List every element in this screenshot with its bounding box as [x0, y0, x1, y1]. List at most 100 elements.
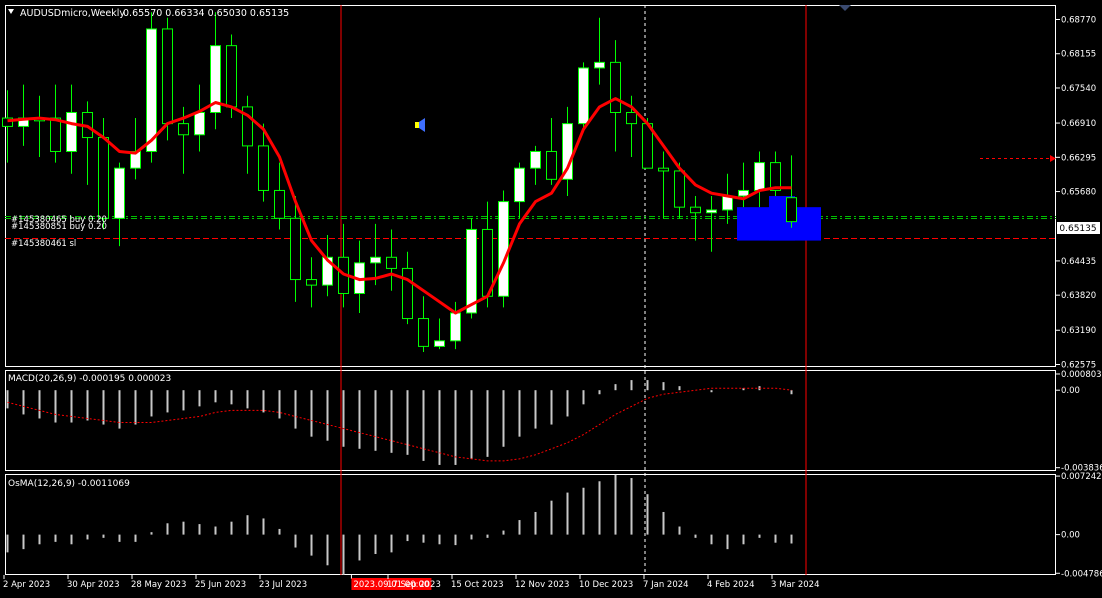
- candle-body: [306, 279, 317, 286]
- time-tick-label: 23 Jul 2023: [259, 580, 307, 590]
- price-tick-label: 0.63820: [1061, 291, 1096, 301]
- candle-body: [50, 117, 61, 152]
- candle-body: [386, 256, 397, 269]
- time-tick-label: 25 Jun 2023: [195, 580, 246, 590]
- candle-body: [402, 267, 413, 320]
- candle-body: [738, 189, 749, 197]
- candle: [434, 318, 445, 350]
- candle-body: [674, 170, 685, 208]
- collapse-triangle-icon[interactable]: [8, 9, 14, 14]
- candle-body: [162, 28, 173, 125]
- osma-title: OsMA(12,26,9) -0.0011069: [8, 479, 130, 489]
- candle: [514, 162, 525, 219]
- candle: [66, 84, 77, 174]
- time-tick-label: 12 Nov 2023: [515, 580, 569, 590]
- symbol-header: AUDUSDmicro,Weekly: [20, 8, 125, 19]
- chart-canvas[interactable]: 0.68770 0.68155 0.67540 0.66910 0.66295 0.656…: [0, 0, 1102, 598]
- macd-tick-label: 0.00: [1061, 386, 1080, 396]
- candle-body: [786, 197, 797, 223]
- candle-body: [370, 256, 381, 264]
- price-tick-label: 0.68155: [1061, 50, 1096, 60]
- candle: [306, 257, 317, 308]
- axes: 0.68770 0.68155 0.67540 0.66910 0.66295 0.656…: [1056, 15, 1102, 579]
- ma-line: [7, 97, 792, 315]
- time-tick-label: 10 Dec 2023: [579, 580, 633, 590]
- candle-body: [610, 61, 621, 113]
- candle-body: [498, 201, 509, 297]
- price-tick-label: 0.65680: [1061, 188, 1096, 198]
- panel-frame-2: [5, 370, 1056, 471]
- macd-panel: [6, 380, 793, 465]
- candle-body: [66, 111, 77, 152]
- order-label-2: #145380851 buy 0.20: [11, 222, 107, 232]
- candle-body: [706, 209, 717, 214]
- price-tick-label: 0.66295: [1061, 153, 1096, 163]
- candle: [610, 40, 621, 152]
- candle-body: [450, 312, 461, 342]
- osma-panel: [6, 474, 793, 575]
- candles[interactable]: [2, 12, 797, 352]
- moving-average: [7, 97, 792, 315]
- candle: [498, 190, 509, 308]
- candle: [274, 162, 285, 230]
- candle-body: [466, 228, 477, 314]
- candle: [402, 251, 413, 325]
- candle-body: [514, 167, 525, 203]
- candle-body: [546, 150, 557, 180]
- candle-body: [530, 150, 541, 169]
- candle: [18, 84, 29, 146]
- price-tick-label: 0.63190: [1061, 326, 1096, 336]
- time-tick-label: 4 Feb 2024: [707, 580, 755, 590]
- osma-tick-label: -0.004786: [1061, 569, 1102, 579]
- current-price-label: 0.65135: [1059, 224, 1096, 234]
- macd-title: MACD(20,26,9) -0.000195 0.000023: [8, 374, 171, 384]
- candle: [706, 196, 717, 252]
- candle: [242, 95, 253, 174]
- candle: [322, 235, 333, 297]
- candle: [338, 223, 349, 308]
- price-tick-label: 0.66910: [1061, 119, 1096, 129]
- candle: [2, 90, 13, 163]
- candle: [210, 12, 221, 130]
- candle: [658, 151, 669, 219]
- candle-body: [690, 206, 701, 214]
- candle: [594, 17, 605, 85]
- panel-frame-3: [5, 474, 1056, 575]
- candle: [754, 151, 765, 208]
- candle-body: [434, 340, 445, 347]
- candle: [34, 95, 45, 158]
- candle-body: [114, 167, 125, 219]
- candle: [50, 84, 61, 163]
- price-tick-label: 0.64435: [1061, 257, 1096, 267]
- candle-body: [146, 28, 157, 152]
- time-tick-label: 17 Sep 2023: [387, 580, 441, 590]
- time-tick-label: 28 May 2023: [131, 580, 186, 590]
- candle-body: [754, 162, 765, 191]
- candle: [546, 118, 557, 185]
- order-label-3: #145380461 sl: [11, 239, 76, 249]
- time-tick-label: 7 Jan 2024: [643, 580, 689, 590]
- candle: [354, 240, 365, 313]
- candle-body: [226, 45, 237, 108]
- ohlc-header: 0.65570 0.66334 0.65030 0.65135: [123, 8, 289, 19]
- candle-body: [578, 67, 589, 125]
- candle-body: [274, 189, 285, 219]
- candle-body: [626, 111, 637, 125]
- candle: [578, 62, 589, 130]
- candle-body: [658, 167, 669, 172]
- labels: 2 Apr 2023 30 Apr 2023 28 May 2023 25 Jun 2…: [3, 575, 819, 590]
- candle: [194, 84, 205, 152]
- speaker-icon[interactable]: [415, 118, 425, 132]
- price-tick-label: 0.68770: [1061, 15, 1096, 25]
- time-tick-label: 15 Oct 2023: [451, 580, 504, 590]
- time-tick-label: 2 Apr 2023: [3, 580, 50, 590]
- candle: [562, 106, 573, 197]
- candle-body: [98, 137, 109, 219]
- candle-body: [594, 61, 605, 69]
- macd-signal-line: [7, 387, 792, 462]
- shift-marker-icon[interactable]: [839, 5, 851, 11]
- order-boxes: [737, 196, 821, 241]
- candle: [530, 145, 541, 185]
- candle: [738, 162, 749, 208]
- time-tick-label: 30 Apr 2023: [67, 580, 120, 590]
